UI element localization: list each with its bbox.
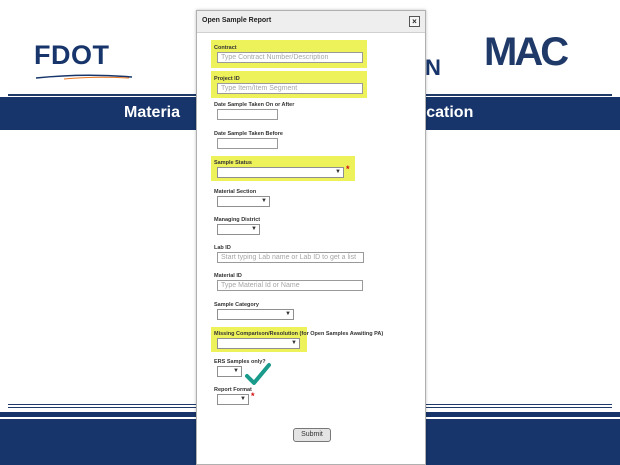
chevron-down-icon: ▼ (233, 368, 239, 374)
mac-logo-text: MAC (484, 30, 569, 74)
managing-district-label: Managing District (214, 217, 261, 223)
mac-logo: MAC (484, 30, 604, 80)
sample-status-select[interactable]: ▼ (217, 167, 344, 178)
open-sample-report-dialog: Open Sample Report × Contract Type Contr… (196, 10, 426, 465)
project-id-input[interactable]: Type Item/Item Segment (217, 83, 363, 94)
missing-comparison-label: Missing Comparison/Resolution (for Open … (214, 331, 384, 337)
lab-id-label: Lab ID (214, 245, 231, 251)
sample-category-select[interactable]: ▼ (217, 309, 294, 320)
chevron-down-icon: ▼ (285, 311, 291, 317)
managing-district-select[interactable]: ▼ (217, 224, 260, 235)
material-id-input[interactable]: Type Material Id or Name (217, 280, 363, 291)
dialog-title: Open Sample Report (202, 17, 272, 24)
date-before-label: Date Sample Taken Before (214, 131, 283, 137)
sample-category-label: Sample Category (214, 302, 259, 308)
contract-label: Contract (214, 45, 237, 51)
chevron-down-icon: ▼ (261, 198, 267, 204)
header-title-fragment: N (425, 55, 441, 80)
band-title-left: Materia (124, 104, 181, 121)
chevron-down-icon: ▼ (240, 396, 246, 402)
required-marker: * (251, 391, 255, 401)
missing-comparison-select[interactable]: ▼ (217, 338, 300, 349)
dialog-titlebar: Open Sample Report × (197, 11, 425, 33)
submit-button[interactable]: Submit (293, 428, 331, 442)
chevron-down-icon: ▼ (251, 226, 257, 232)
project-id-label: Project ID (214, 76, 240, 82)
material-section-label: Material Section (214, 189, 257, 195)
date-before-input[interactable] (217, 138, 278, 149)
report-format-label: Report Format (214, 387, 252, 393)
fdot-logo: FDOT (34, 38, 144, 82)
lab-id-input[interactable]: Start typing Lab name or Lab ID to get a… (217, 252, 364, 263)
required-marker: * (346, 164, 350, 174)
chevron-down-icon: ▼ (335, 169, 341, 175)
checkmark-icon (245, 363, 271, 385)
date-after-input[interactable] (217, 109, 278, 120)
sample-status-label: Sample Status (214, 160, 252, 166)
material-section-select[interactable]: ▼ (217, 196, 270, 207)
contract-input[interactable]: Type Contract Number/Description (217, 52, 363, 63)
ers-samples-select[interactable]: ▼ (217, 366, 242, 377)
date-after-label: Date Sample Taken On or After (214, 102, 295, 108)
chevron-down-icon: ▼ (291, 340, 297, 346)
fdot-swoosh-icon (35, 74, 133, 80)
fdot-logo-text: FDOT (34, 40, 110, 70)
report-format-select[interactable]: ▼ (217, 394, 249, 405)
close-icon[interactable]: × (409, 16, 420, 27)
material-id-label: Material ID (214, 273, 242, 279)
